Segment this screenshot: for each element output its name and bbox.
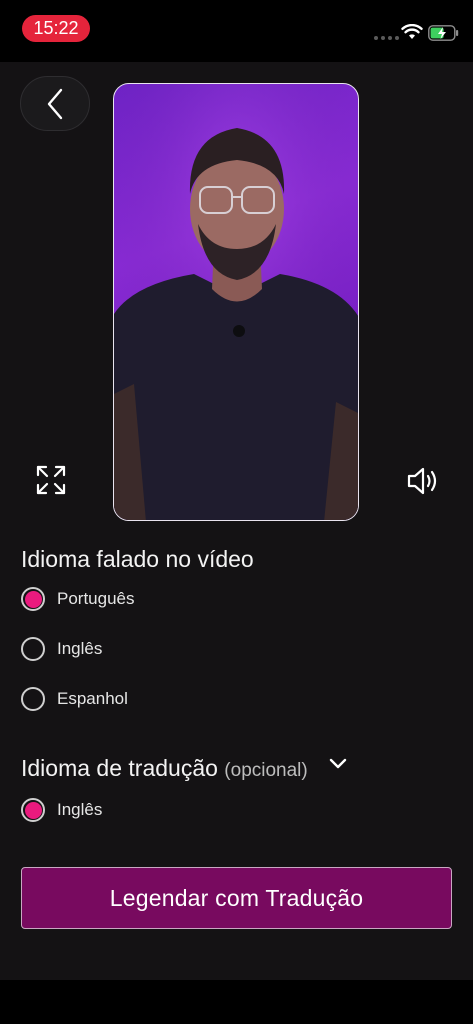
volume-icon [407,467,437,495]
volume-button[interactable] [405,463,441,499]
cellular-signal-icon [374,36,399,40]
translation-language-title[interactable]: Idioma de tradução (opcional) [21,755,308,782]
back-button[interactable] [20,76,90,131]
fullscreen-button[interactable] [33,462,69,498]
spoken-language-title: Idioma falado no vídeo [21,546,254,572]
radio-label: Espanhol [57,689,128,708]
video-preview[interactable] [113,83,359,521]
radio-label: Português [57,589,135,608]
chevron-down-icon[interactable] [328,757,348,771]
radio-button-selected[interactable] [21,798,45,822]
expand-icon [36,465,66,495]
bottom-bar [0,980,473,1024]
radio-label: Inglês [57,800,103,819]
radio-button[interactable] [21,687,45,711]
translation-title-text: Idioma de tradução [21,755,218,781]
status-bar: 15:22 [0,0,473,62]
radio-button[interactable] [21,637,45,661]
radio-button-selected[interactable] [21,587,45,611]
radio-option-espanhol[interactable]: Espanhol [21,687,128,711]
radio-option-ingles[interactable]: Inglês [21,637,102,661]
battery-charging-icon [428,25,459,41]
radio-option-translation-ingles[interactable]: Inglês [21,798,102,822]
chevron-left-icon [47,88,63,119]
radio-label: Inglês [57,639,103,658]
subtitle-with-translation-button[interactable]: Legendar com Tradução [21,867,452,929]
video-person-image [114,84,358,520]
status-time: 15:22 [22,15,90,42]
radio-option-portugues[interactable]: Português [21,587,135,611]
wifi-icon [401,24,423,39]
optional-label: (opcional) [224,760,308,781]
